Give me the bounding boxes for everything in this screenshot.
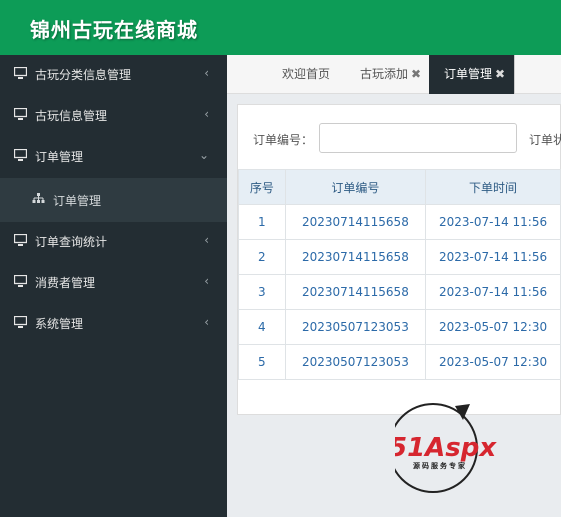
watermark-brand: 51Aspx	[395, 433, 497, 463]
sidebar: 古玩分类信息管理 ‹ 古玩信息管理 ‹ 订单管理 ⌄ 订单管理 订单查询统计 ‹…	[0, 55, 227, 517]
sidebar-item-category[interactable]: 古玩分类信息管理 ‹	[0, 55, 227, 96]
sidebar-item-label: 古玩分类信息管理	[35, 68, 132, 82]
tab-antique-add[interactable]: 古玩添加 ✖	[360, 55, 421, 94]
watermark-slogan: 源码服务专家	[413, 461, 467, 470]
tab-divider	[514, 55, 515, 94]
cell-index: 1	[238, 204, 286, 240]
chevron-down-icon: ⌄	[198, 148, 209, 162]
tab-label: 古玩添加	[360, 67, 409, 81]
cell-order-time: 2023-07-14 11:56	[425, 239, 561, 275]
sidebar-item-label: 消费者管理	[35, 276, 96, 290]
chevron-left-icon: ‹	[204, 315, 209, 329]
cell-order-no: 20230507123053	[284, 309, 427, 345]
monitor-icon	[14, 234, 27, 246]
cell-index: 3	[238, 274, 286, 310]
tab-label: 订单管理	[444, 67, 493, 81]
cell-order-no: 20230507123053	[284, 344, 427, 380]
sidebar-subitem-orders[interactable]: 订单管理	[0, 178, 227, 222]
sidebar-item-label: 订单管理	[35, 150, 84, 164]
sidebar-item-orders[interactable]: 订单管理 ⌄	[0, 137, 227, 178]
order-table-wrapper: 序号 订单编号 下单时间 1 20230714115658 2023-07-14…	[238, 169, 561, 381]
monitor-icon	[14, 108, 27, 120]
table-header-row: 序号 订单编号 下单时间	[238, 169, 561, 205]
app-title: 锦州古玩在线商城	[30, 18, 198, 42]
sidebar-item-antique[interactable]: 古玩信息管理 ‹	[0, 96, 227, 137]
cell-index: 4	[238, 309, 286, 345]
monitor-icon	[14, 149, 27, 161]
order-no-input[interactable]	[319, 123, 517, 153]
monitor-icon	[14, 316, 27, 328]
sidebar-item-label: 系统管理	[35, 317, 84, 331]
cell-order-time: 2023-05-07 12:30	[425, 309, 561, 345]
cell-order-no: 20230714115658	[284, 204, 427, 240]
column-header-order-no[interactable]: 订单编号	[284, 169, 427, 205]
sidebar-subitem-label: 订单管理	[53, 194, 102, 208]
chevron-left-icon: ‹	[204, 233, 209, 247]
monitor-icon	[14, 275, 27, 287]
sitemap-icon	[32, 193, 45, 203]
table-row[interactable]: 1 20230714115658 2023-07-14 11:56	[238, 204, 561, 240]
table-row[interactable]: 4 20230507123053 2023-05-07 12:30	[238, 309, 561, 345]
app-header: 锦州古玩在线商城	[0, 0, 561, 55]
sidebar-item-order-stats[interactable]: 订单查询统计 ‹	[0, 222, 227, 263]
cell-order-no: 20230714115658	[284, 239, 427, 275]
order-no-label: 订单编号：	[253, 133, 314, 147]
sidebar-item-system[interactable]: 系统管理 ‹	[0, 304, 227, 345]
column-header-order-time[interactable]: 下单时间	[425, 169, 561, 205]
cell-order-time: 2023-05-07 12:30	[425, 344, 561, 380]
order-status-label: 订单状	[529, 133, 561, 147]
watermark-logo: 51Aspx 源码服务专家	[395, 403, 497, 493]
monitor-icon	[14, 67, 27, 79]
sidebar-item-consumers[interactable]: 消费者管理 ‹	[0, 263, 227, 304]
sidebar-item-label: 古玩信息管理	[35, 109, 108, 123]
column-header-index[interactable]: 序号	[238, 169, 286, 205]
cell-order-time: 2023-07-14 11:56	[425, 204, 561, 240]
table-row[interactable]: 3 20230714115658 2023-07-14 11:56	[238, 274, 561, 310]
cell-index: 2	[238, 239, 286, 275]
tab-welcome[interactable]: 欢迎首页	[282, 55, 330, 94]
cell-index: 5	[238, 344, 286, 380]
cell-order-time: 2023-07-14 11:56	[425, 274, 561, 310]
chevron-left-icon: ‹	[204, 274, 209, 288]
table-row[interactable]: 5 20230507123053 2023-05-07 12:30	[238, 344, 561, 380]
chevron-left-icon: ‹	[204, 107, 209, 121]
tab-label: 欢迎首页	[282, 67, 331, 81]
cell-order-no: 20230714115658	[284, 274, 427, 310]
order-table: 序号 订单编号 下单时间 1 20230714115658 2023-07-14…	[238, 169, 561, 380]
tab-order-management[interactable]: 订单管理 ✖	[429, 55, 514, 94]
tab-bar: 欢迎首页 古玩添加 ✖ 订单管理 ✖	[227, 55, 561, 94]
table-row[interactable]: 2 20230714115658 2023-07-14 11:56	[238, 239, 561, 275]
close-icon[interactable]: ✖	[495, 67, 505, 81]
chevron-left-icon: ‹	[204, 66, 209, 80]
sidebar-item-label: 订单查询统计	[35, 235, 108, 249]
close-icon[interactable]: ✖	[411, 67, 421, 81]
